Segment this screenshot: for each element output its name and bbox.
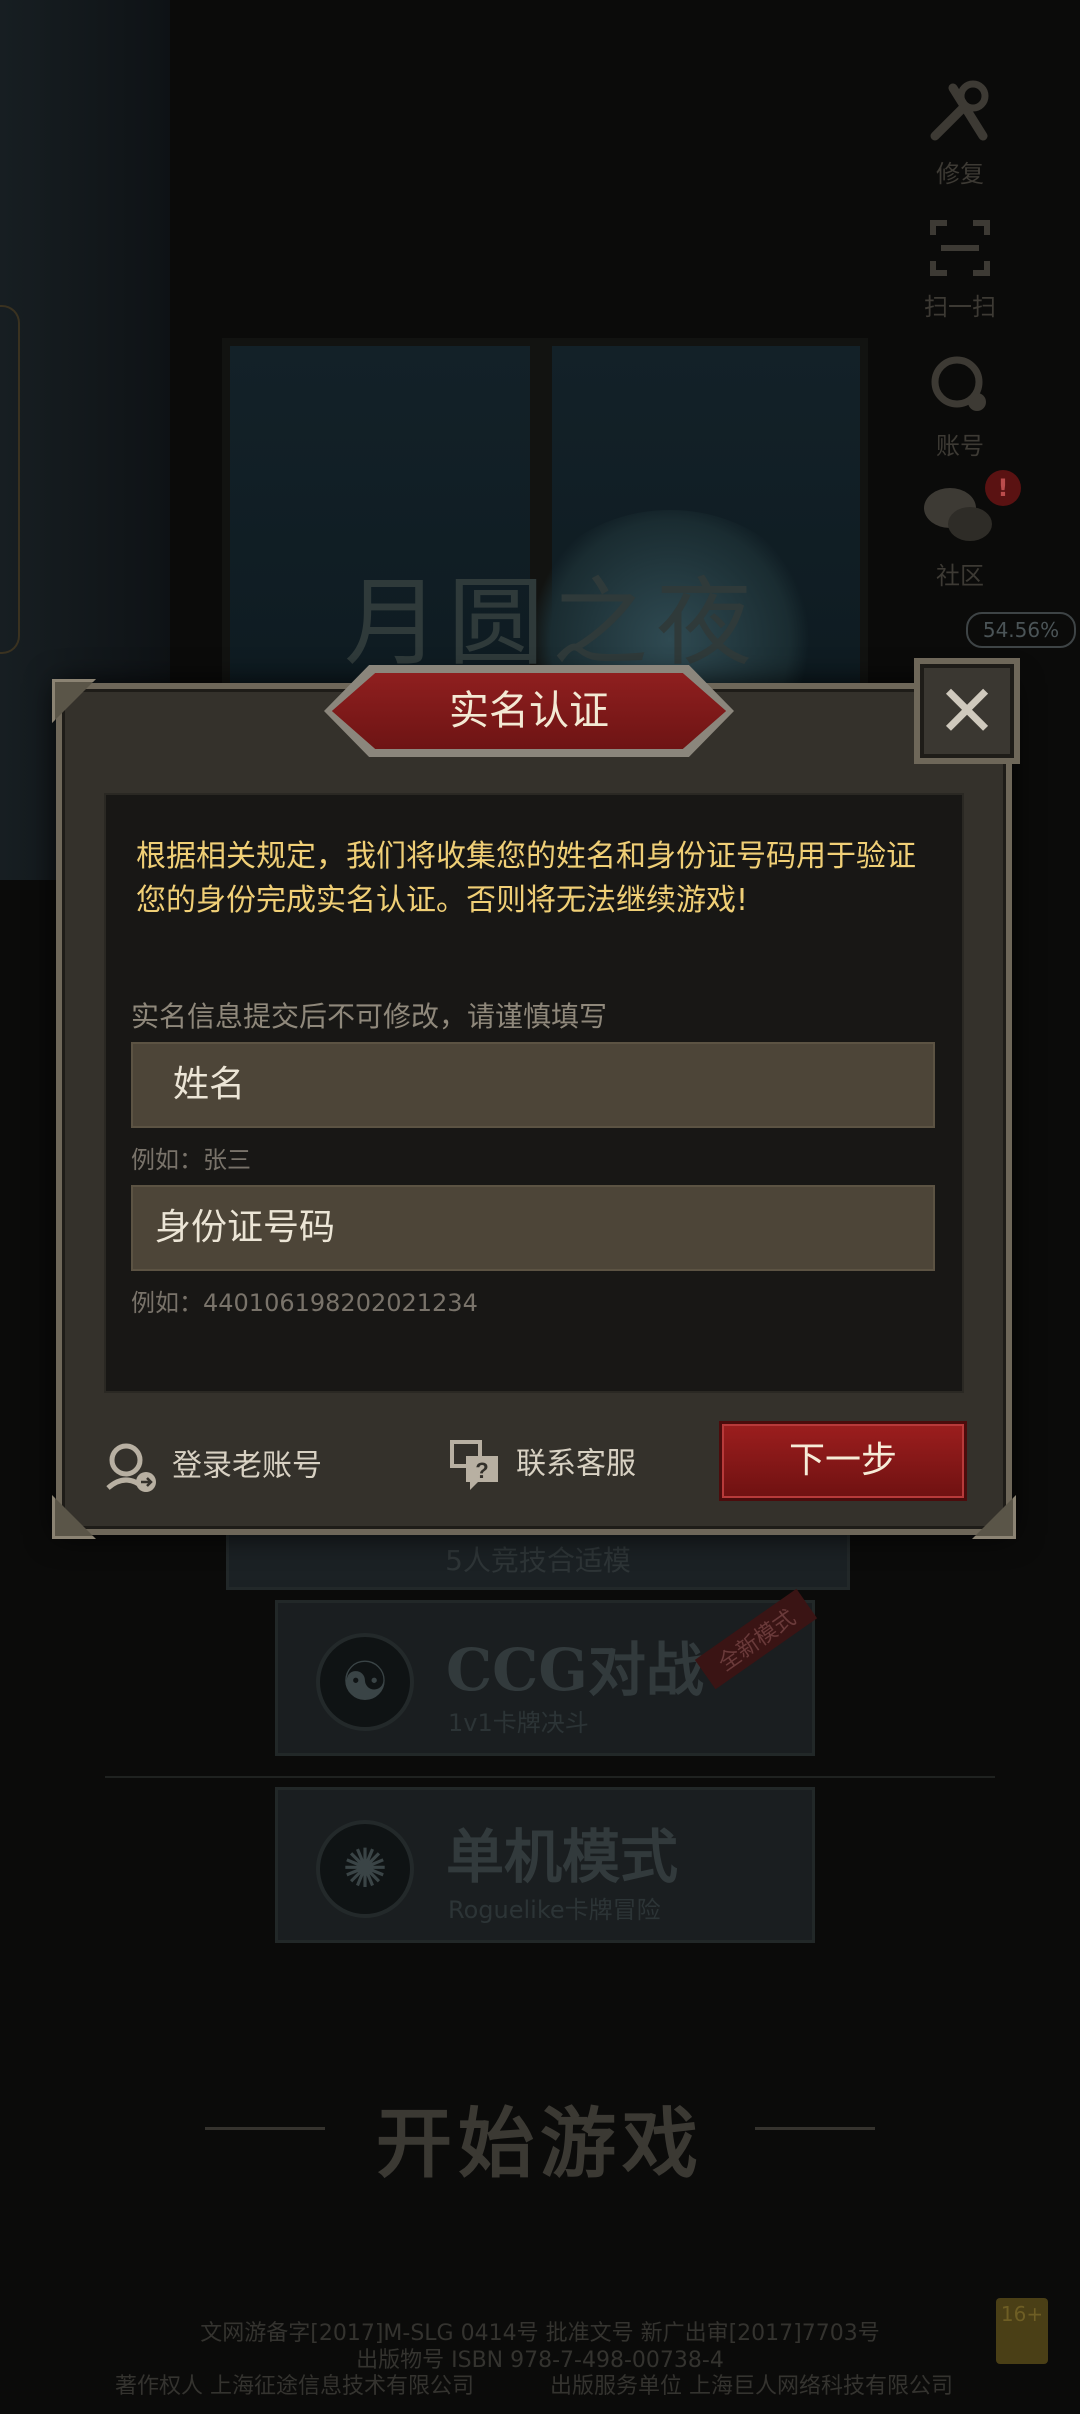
download-progress: 54.56%	[966, 612, 1076, 648]
mode-title: CCG对战	[446, 1636, 704, 1704]
ccg-battle-button[interactable]: ☯ CCG对战 1v1卡牌决斗 全新模式	[275, 1588, 818, 1756]
mode-subtitle: 1v1卡牌决斗	[448, 1709, 589, 1737]
side-drawer-tab[interactable]	[0, 305, 20, 654]
account-gear-icon	[931, 356, 986, 411]
side-item-scan[interactable]: 扫一扫	[905, 215, 1015, 322]
privacy-notice: 根据相关规定，我们将收集您的姓名和身份证号码用于验证您的身份完成实名认证。否则将…	[136, 839, 916, 918]
side-item-repair[interactable]: 修复	[905, 78, 1015, 189]
name-example: 例如：张三	[131, 1146, 251, 1174]
name-input[interactable]: 姓名	[131, 1042, 935, 1128]
dialog-title: 实名认证	[449, 688, 609, 734]
spiral-emblem-icon: ✺	[316, 1820, 414, 1918]
side-item-community[interactable]: ! 社区	[905, 470, 1021, 591]
mode-button-partial[interactable]: 5人竞技合适模	[226, 1532, 850, 1590]
footer-copyright-owner: 著作权人 上海征途信息技术有限公司	[115, 2374, 474, 2399]
new-mode-ribbon: 全新模式	[694, 1588, 818, 1690]
footer-publisher: 出版服务单位 上海巨人网络科技有限公司	[550, 2374, 953, 2399]
age-rating-badge: 16+	[996, 2298, 1048, 2364]
next-step-button[interactable]: 下一步	[719, 1421, 967, 1501]
notification-badge: !	[985, 470, 1021, 506]
side-item-label: 账号	[936, 432, 984, 460]
form-caption: 实名信息提交后不可修改，请谨慎填写	[131, 1000, 608, 1033]
help-chat-icon: ?	[450, 1440, 498, 1490]
side-item-account[interactable]: 账号	[905, 350, 1015, 461]
start-game-button[interactable]: 开始游戏	[0, 2082, 1080, 2192]
game-logo: 月圆之夜	[344, 567, 760, 679]
close-button[interactable]: ✕	[914, 658, 1020, 764]
mode-subtitle: Roguelike卡牌冒险	[448, 1896, 661, 1924]
single-player-button[interactable]: ✺ 单机模式 Roguelike卡牌冒险	[275, 1787, 815, 1943]
dialog-title-banner: 实名认证	[324, 665, 734, 757]
login-old-account-link[interactable]: 登录老账号	[100, 1438, 322, 1496]
scan-icon	[930, 220, 990, 276]
swirl-emblem-icon: ☯	[316, 1633, 414, 1731]
close-icon: ✕	[936, 669, 998, 753]
account-switch-icon	[106, 1443, 156, 1492]
side-item-label: 修复	[936, 160, 984, 188]
wrench-icon	[930, 80, 989, 141]
side-item-label: 扫一扫	[924, 293, 996, 321]
contact-support-label: 联系客服	[516, 1446, 636, 1482]
divider	[105, 1776, 995, 1778]
form-panel: 根据相关规定，我们将收集您的姓名和身份证号码用于验证您的身份完成实名认证。否则将…	[104, 793, 964, 1393]
login-old-account-label: 登录老账号	[172, 1448, 322, 1484]
side-item-label: 社区	[936, 562, 984, 590]
mode-title: 单机模式	[446, 1823, 679, 1891]
svg-text:?: ?	[475, 1458, 488, 1483]
contact-support-link[interactable]: ? 联系客服	[448, 1438, 636, 1492]
id-example: 例如：440106198202021234	[131, 1289, 478, 1317]
real-name-dialog: 实名认证 ✕ 根据相关规定，我们将收集您的姓名和身份证号码用于验证您的身份完成实…	[52, 658, 1020, 1535]
id-number-input[interactable]: 身份证号码	[131, 1185, 935, 1271]
